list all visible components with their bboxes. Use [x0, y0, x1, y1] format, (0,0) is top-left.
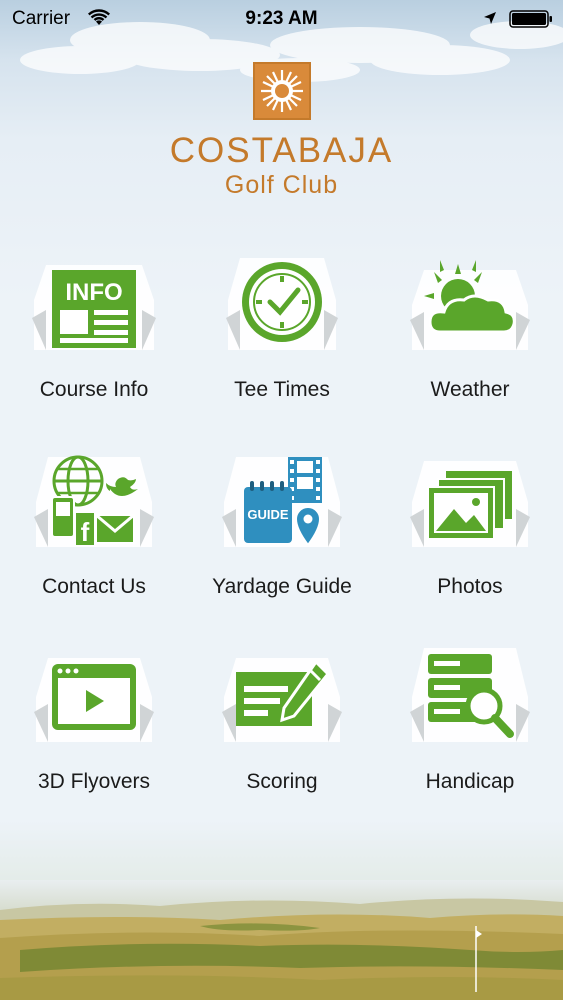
menu-label-handicap: Handicap	[425, 770, 515, 793]
menu-scoring[interactable]: Scoring	[188, 642, 376, 812]
menu-photos[interactable]: Photos	[376, 447, 563, 617]
guide-icon-text: GUIDE	[247, 507, 289, 522]
menu-label-tee-times: Tee Times	[234, 378, 330, 401]
menu-label-course-info: Course Info	[39, 378, 149, 401]
contact-social-icon: f	[34, 455, 154, 547]
sun-cloud-icon	[410, 260, 530, 350]
database-search-icon	[410, 648, 530, 742]
video-play-icon	[34, 658, 154, 742]
svg-text:f: f	[81, 517, 90, 547]
scorecard-pencil-icon	[222, 658, 342, 742]
menu-label-photos: Photos	[437, 575, 503, 598]
battery-icon	[509, 10, 552, 28]
menu-label-3d-flyovers: 3D Flyovers	[37, 770, 151, 793]
menu-tee-times[interactable]: Tee Times	[188, 250, 376, 420]
menu-label-contact-us: Contact Us	[42, 575, 146, 598]
club-name: COSTABAJA	[169, 131, 394, 170]
menu-weather[interactable]: Weather	[376, 250, 563, 420]
golf-course-landscape	[0, 880, 563, 1000]
photo-stack-icon	[410, 461, 530, 547]
sun-emblem-icon	[252, 62, 311, 120]
club-logo: COSTABAJA Golf Club	[0, 62, 563, 199]
menu-3d-flyovers[interactable]: 3D Flyovers	[0, 642, 188, 812]
status-bar: Carrier 9:23 AM	[0, 0, 563, 40]
menu-course-info[interactable]: INFO Course Info	[0, 250, 188, 420]
menu-yardage-guide[interactable]: GUIDE Yardage Guide	[188, 447, 376, 617]
menu-label-yardage-guide: Yardage Guide	[212, 575, 352, 598]
menu-contact-us[interactable]: f Contact Us	[0, 447, 188, 617]
clock-time: 9:23 AM	[245, 8, 318, 29]
location-arrow-icon	[484, 12, 496, 24]
guide-map-pin-icon: GUIDE	[222, 457, 342, 547]
menu-label-weather: Weather	[430, 378, 510, 401]
menu-label-scoring: Scoring	[246, 770, 318, 793]
info-icon-text: INFO	[65, 279, 122, 306]
menu-handicap[interactable]: Handicap	[376, 642, 563, 812]
club-subtitle: Golf Club	[224, 171, 339, 199]
clock-icon	[226, 258, 338, 350]
info-document-icon: INFO	[32, 265, 156, 350]
